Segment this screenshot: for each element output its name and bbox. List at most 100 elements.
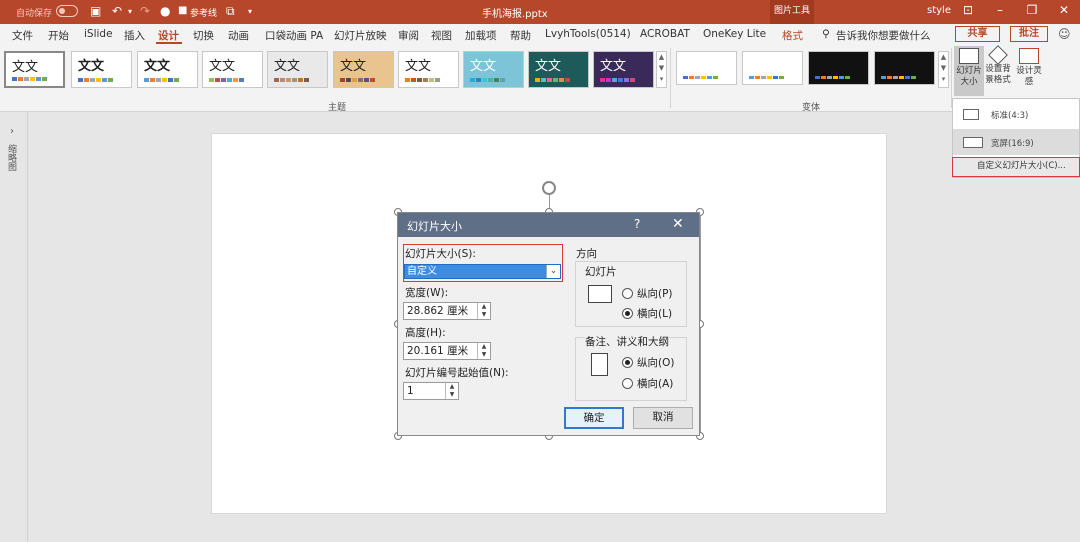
variant-thumbnail[interactable] xyxy=(808,51,869,85)
minimize-icon[interactable]: – xyxy=(990,3,1010,17)
tab-design[interactable]: 设计 xyxy=(158,28,179,43)
picture-tools-tab: 图片工具 xyxy=(770,0,814,24)
theme-thumbnail[interactable]: 文文 xyxy=(528,51,589,88)
ribbon-tabs: 文件 开始 iSlide 插入 设计 切换 动画 口袋动画 PA 幻灯片放映 审… xyxy=(0,24,1080,44)
restore-icon[interactable]: ❐ xyxy=(1022,3,1042,17)
theme-sample-text: 文文 xyxy=(78,59,105,74)
cancel-button[interactable]: 取消 xyxy=(633,407,693,429)
dialog-close-icon[interactable]: ✕ xyxy=(672,216,684,232)
help-icon[interactable]: ? xyxy=(634,217,640,231)
slides-portrait-option[interactable]: 纵向(P) xyxy=(622,286,673,301)
save-icon[interactable]: ▣ xyxy=(90,4,101,18)
menu-item-widescreen[interactable]: 宽屏(16:9) xyxy=(953,129,1079,155)
theme-thumbnail[interactable]: 文文 xyxy=(4,51,65,88)
ribbon-display-icon[interactable]: ⊡ xyxy=(958,3,978,17)
record-icon[interactable]: ● xyxy=(160,4,170,18)
share-button[interactable]: 共享 xyxy=(955,26,1000,42)
format-background-button[interactable]: 设置背景格式 xyxy=(983,45,1013,86)
theme-color-bars xyxy=(274,78,309,82)
theme-thumbnail[interactable]: 文文 xyxy=(71,51,132,88)
thumbnail-pane-collapsed: › 缩略图 xyxy=(0,112,28,542)
tab-insert[interactable]: 插入 xyxy=(124,28,145,43)
tab-slideshow[interactable]: 幻灯片放映 xyxy=(334,28,387,43)
notes-landscape-radio[interactable] xyxy=(622,378,633,389)
orientation-label: 方向 xyxy=(576,248,597,260)
guides-checkbox-icon[interactable]: ■ xyxy=(178,5,187,16)
customize-icon[interactable]: ⧉ xyxy=(226,4,235,19)
autosave-toggle[interactable] xyxy=(56,5,78,17)
tab-file[interactable]: 文件 xyxy=(12,28,33,43)
autosave-label: 自动保存 xyxy=(16,9,53,19)
tab-islide[interactable]: iSlide xyxy=(84,28,113,40)
qa-more-icon[interactable]: ▾ xyxy=(248,7,252,16)
user-name[interactable]: style xyxy=(927,5,951,16)
theme-color-bars xyxy=(12,77,47,81)
theme-thumbnail[interactable]: 文文 xyxy=(137,51,198,88)
spin-arrows-icon[interactable]: ▲ ▼ xyxy=(477,303,490,319)
close-icon[interactable]: ✕ xyxy=(1054,3,1074,17)
slide-size-select[interactable]: 自定义 ⌄ xyxy=(404,264,561,279)
tab-pocket-animation[interactable]: 口袋动画 PA xyxy=(265,28,323,43)
tab-onekey[interactable]: OneKey Lite xyxy=(703,28,766,40)
menu-item-standard[interactable]: 标准(4:3) xyxy=(953,101,1079,127)
height-label: 高度(H): xyxy=(405,327,446,339)
slides-landscape-option[interactable]: 横向(L) xyxy=(622,306,672,321)
notes-landscape-option[interactable]: 横向(A) xyxy=(622,376,673,391)
tab-format[interactable]: 格式 xyxy=(782,28,803,43)
ok-button[interactable]: 确定 xyxy=(564,407,624,429)
tab-help[interactable]: 帮助 xyxy=(510,28,531,43)
tab-animations[interactable]: 动画 xyxy=(228,28,249,43)
theme-sample-text: 文文 xyxy=(405,59,432,74)
slide-size-value: 自定义 xyxy=(407,266,437,277)
menu-item-standard-label: 标准(4:3) xyxy=(991,111,1029,121)
slides-portrait-label: 纵向(P) xyxy=(637,288,673,300)
rotate-handle-icon[interactable] xyxy=(542,181,556,195)
spin-arrows-icon[interactable]: ▲ ▼ xyxy=(445,383,458,399)
expand-chevron-icon[interactable]: › xyxy=(10,126,14,137)
slide-size-button[interactable]: 幻灯片大小 xyxy=(954,46,984,96)
variants-group-label: 变体 xyxy=(802,103,821,113)
variant-color-bars xyxy=(881,76,916,79)
tab-review[interactable]: 审阅 xyxy=(398,28,419,43)
tab-transitions[interactable]: 切换 xyxy=(193,28,214,43)
variant-thumbnail[interactable] xyxy=(742,51,803,85)
theme-color-bars xyxy=(405,78,440,82)
slides-landscape-label: 横向(L) xyxy=(637,308,673,320)
theme-thumbnail[interactable]: 文文 xyxy=(398,51,459,88)
theme-thumbnail[interactable]: 文文 xyxy=(463,51,524,88)
variant-color-bars xyxy=(683,76,718,79)
tab-lvyhtools[interactable]: LvyhTools(0514) xyxy=(545,28,631,40)
variants-gallery-scroll[interactable]: ▲ ▼ ▾ xyxy=(938,51,949,88)
chevron-down-icon[interactable]: ⌄ xyxy=(546,265,560,278)
variant-thumbnail[interactable] xyxy=(676,51,737,85)
themes-gallery-scroll[interactable]: ▲ ▼ ▾ xyxy=(656,51,667,88)
tab-addins[interactable]: 加载项 xyxy=(465,28,497,43)
notes-portrait-label: 纵向(O) xyxy=(637,357,675,369)
feedback-icon[interactable]: ☺ xyxy=(1058,27,1071,41)
theme-thumbnail[interactable]: 文文 xyxy=(202,51,263,88)
tell-me-box[interactable]: 告诉我你想要做什么 xyxy=(836,28,931,43)
menu-item-custom-size[interactable]: 自定义幻灯片大小(C)... xyxy=(952,157,1080,177)
tab-acrobat[interactable]: ACROBAT xyxy=(640,28,690,40)
group-separator xyxy=(670,48,671,108)
menu-item-widescreen-label: 宽屏(16:9) xyxy=(991,139,1034,149)
slides-landscape-radio[interactable] xyxy=(622,308,633,319)
tab-home[interactable]: 开始 xyxy=(48,28,69,43)
undo-dropdown-icon[interactable]: ▾ xyxy=(128,7,132,16)
slides-portrait-radio[interactable] xyxy=(622,288,633,299)
notes-portrait-option[interactable]: 纵向(O) xyxy=(622,355,674,370)
variant-thumbnail[interactable] xyxy=(874,51,935,85)
width-spinner[interactable]: 28.862 厘米 ▲ ▼ xyxy=(403,302,491,320)
comment-button[interactable]: 批注 xyxy=(1010,26,1048,42)
theme-sample-text: 文文 xyxy=(470,59,497,74)
designer-button[interactable]: 设计灵感 xyxy=(1014,46,1044,88)
undo-icon[interactable]: ↶ xyxy=(112,4,122,18)
notes-portrait-radio[interactable] xyxy=(622,357,633,368)
theme-thumbnail[interactable]: 文文 xyxy=(267,51,328,88)
number-from-spinner[interactable]: 1 ▲ ▼ xyxy=(403,382,459,400)
tab-view[interactable]: 视图 xyxy=(431,28,452,43)
height-spinner[interactable]: 20.161 厘米 ▲ ▼ xyxy=(403,342,491,360)
spin-arrows-icon[interactable]: ▲ ▼ xyxy=(477,343,490,359)
theme-thumbnail[interactable]: 文文 xyxy=(593,51,654,88)
theme-thumbnail[interactable]: 文文 xyxy=(333,51,394,88)
